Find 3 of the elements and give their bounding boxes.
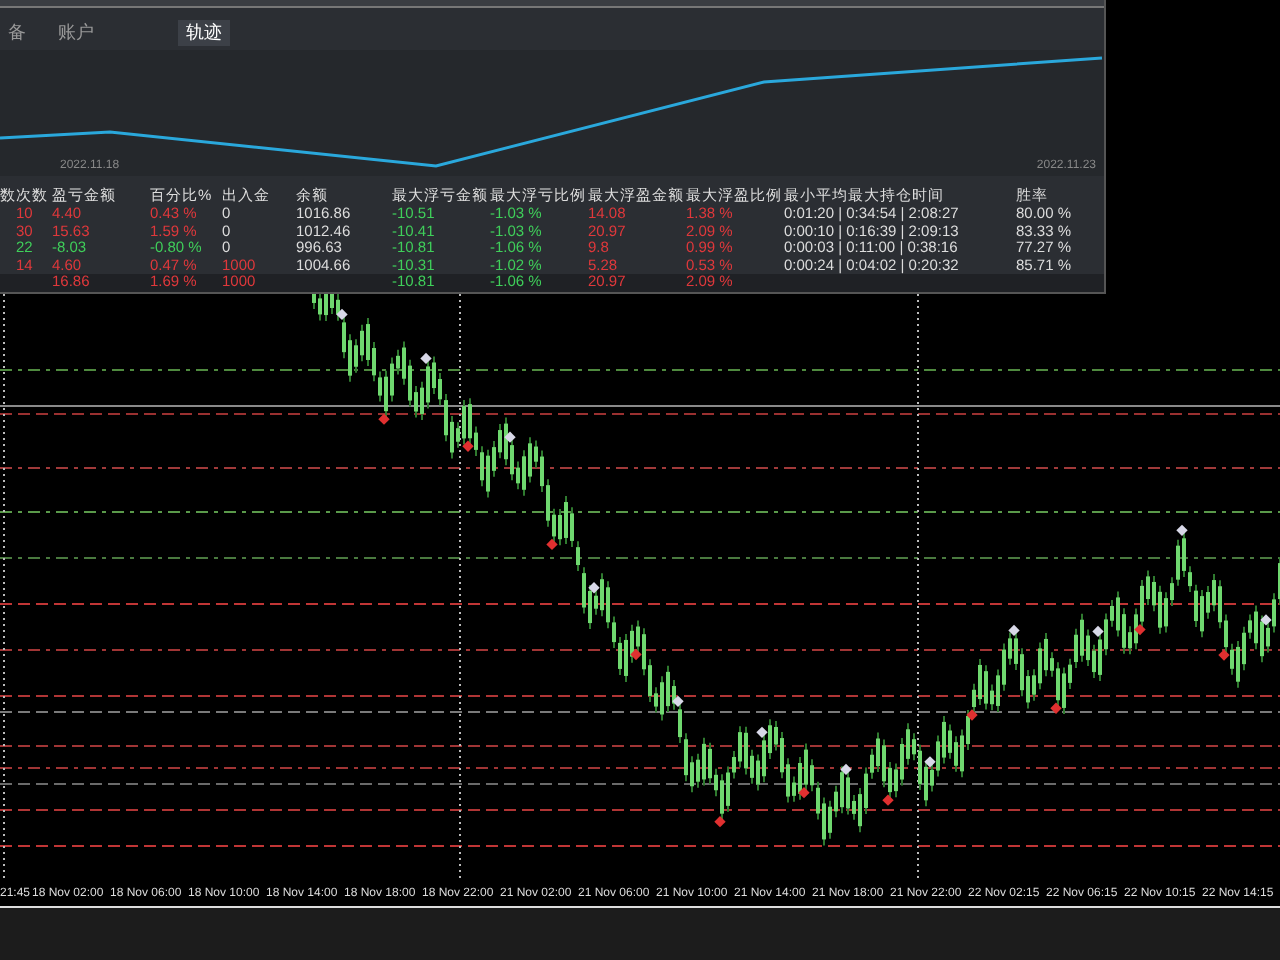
panel-tab[interactable]: 备 (0, 20, 34, 47)
panel-tab[interactable]: 账户 (50, 20, 102, 47)
panel-tab[interactable]: 轨迹 (178, 20, 230, 47)
